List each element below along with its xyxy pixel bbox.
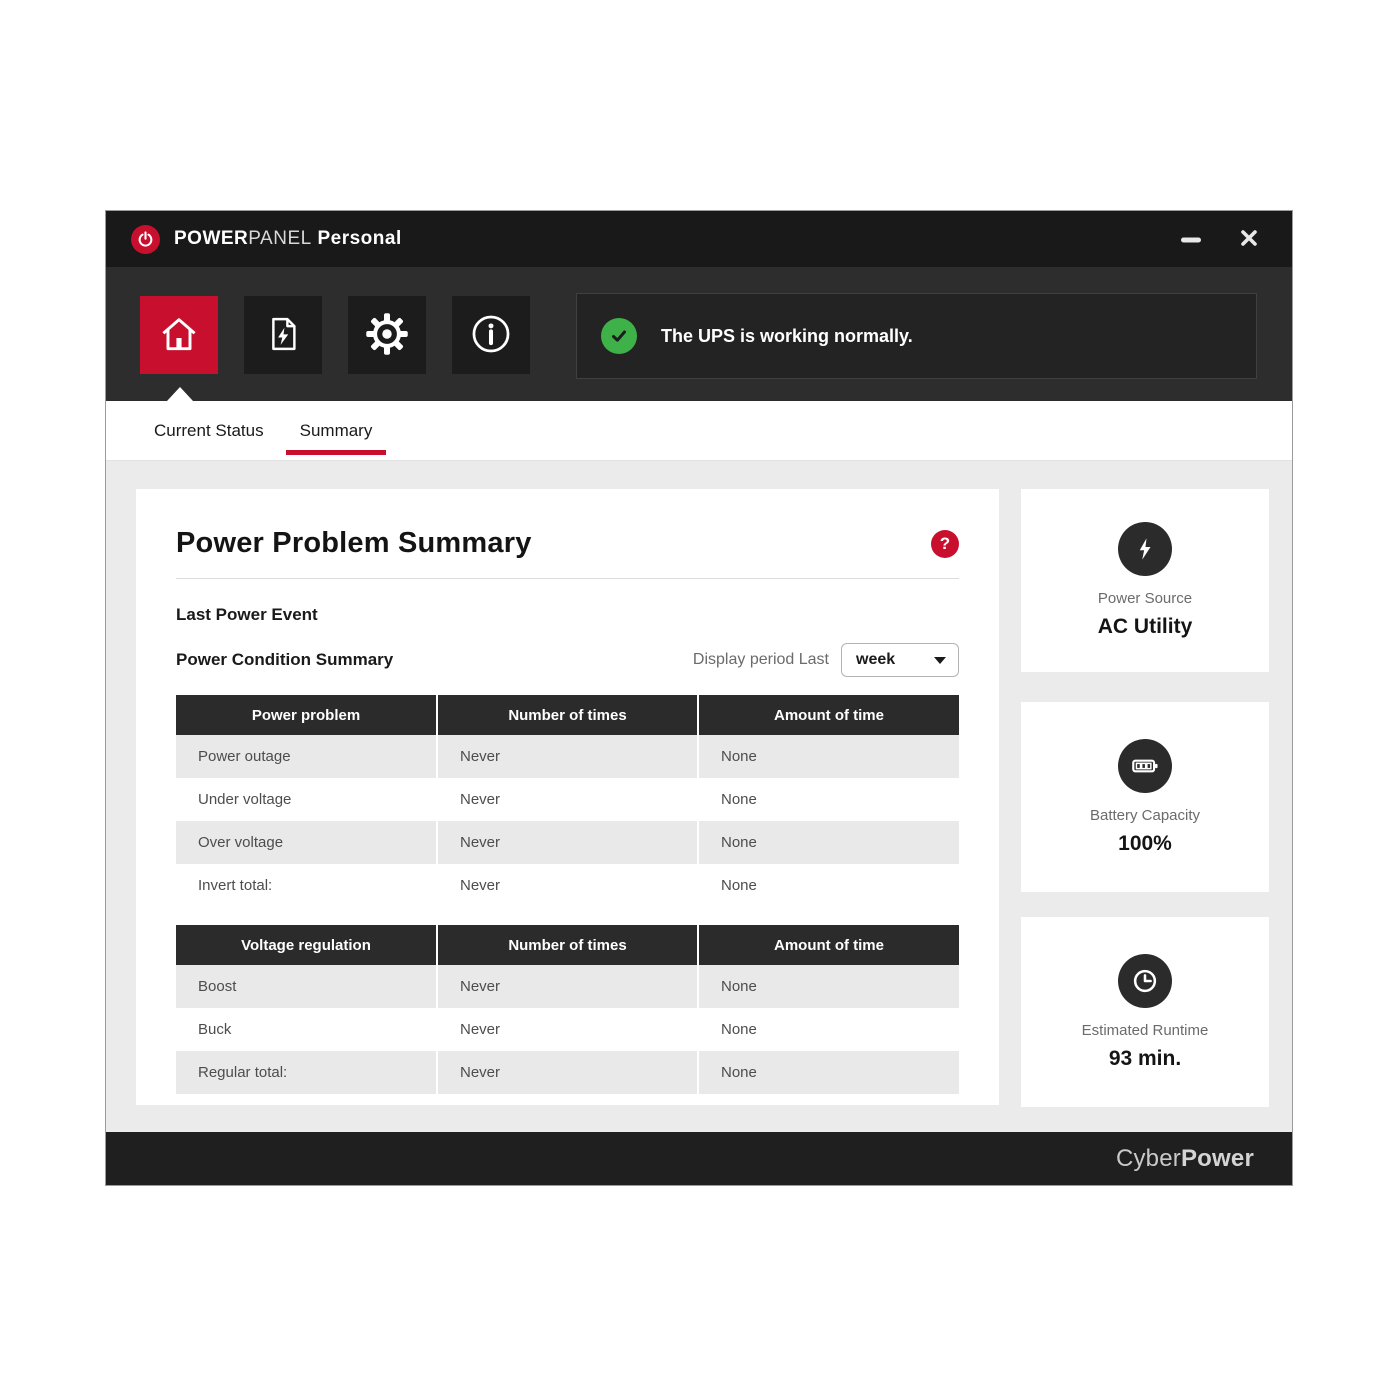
power-source-value: AC Utility <box>1098 615 1193 639</box>
table-cell: Never <box>437 821 698 864</box>
column-header: Number of times <box>437 925 698 965</box>
app-title-edition: Personal <box>317 228 401 249</box>
table-cell: Never <box>437 864 698 907</box>
tab-current-status[interactable]: Current Status <box>140 401 278 460</box>
status-banner: The UPS is working normally. <box>576 293 1257 379</box>
green-check-icon <box>601 318 637 354</box>
table-cell: Never <box>437 735 698 778</box>
power-logo-icon <box>131 225 160 254</box>
column-header: Amount of time <box>698 925 959 965</box>
table-cell: Never <box>437 778 698 821</box>
table-cell: None <box>698 778 959 821</box>
table-cell: Buck <box>176 1008 437 1051</box>
table-cell: Regular total: <box>176 1051 437 1094</box>
estimated-runtime-card: Estimated Runtime 93 min. <box>1021 917 1269 1107</box>
last-power-event-heading: Last Power Event <box>176 605 959 625</box>
column-header: Amount of time <box>698 695 959 735</box>
status-message: The UPS is working normally. <box>661 326 913 347</box>
display-period-value: week <box>856 651 934 669</box>
app-title-brand-bold: POWER <box>174 228 248 249</box>
footer-bar: CyberPower <box>106 1132 1292 1185</box>
table-cell: Under voltage <box>176 778 437 821</box>
event-document-lightning-icon <box>262 313 304 358</box>
table-cell: Over voltage <box>176 821 437 864</box>
battery-capacity-label: Battery Capacity <box>1090 807 1200 824</box>
table-row: Buck Never None <box>176 1008 959 1051</box>
table-cell: Power outage <box>176 735 437 778</box>
close-icon <box>1240 229 1258 250</box>
lightning-icon <box>1118 522 1172 576</box>
nav-button-home[interactable] <box>140 296 218 374</box>
toolbar: The UPS is working normally. <box>106 267 1292 401</box>
table-cell: Boost <box>176 965 437 1008</box>
table-row: Power outage Never None <box>176 735 959 778</box>
table-cell: Invert total: <box>176 864 437 907</box>
brand-bold: Power <box>1181 1145 1254 1172</box>
column-header: Power problem <box>176 695 437 735</box>
gear-icon <box>365 312 409 359</box>
close-button[interactable] <box>1234 223 1264 256</box>
display-period-select[interactable]: week <box>841 643 959 677</box>
home-icon <box>157 312 201 359</box>
estimated-runtime-label: Estimated Runtime <box>1082 1022 1209 1039</box>
nav-button-settings[interactable] <box>348 296 426 374</box>
heading-divider <box>176 578 959 579</box>
table-cell: None <box>698 735 959 778</box>
dropdown-caret-icon <box>934 657 946 664</box>
page-title: Power Problem Summary <box>176 527 532 560</box>
column-header: Number of times <box>437 695 698 735</box>
table-header-row: Voltage regulation Number of times Amoun… <box>176 925 959 965</box>
table-row: Boost Never None <box>176 965 959 1008</box>
table-cell: None <box>698 864 959 907</box>
minimize-icon <box>1180 232 1202 247</box>
power-source-label: Power Source <box>1098 590 1192 607</box>
content-area: Power Problem Summary ? Last Power Event… <box>106 461 1292 1132</box>
battery-capacity-card: Battery Capacity 100% <box>1021 702 1269 892</box>
info-icon <box>469 312 513 359</box>
active-tab-notch <box>167 387 193 401</box>
table-row: Regular total: Never None <box>176 1051 959 1094</box>
table-cell: Never <box>437 1008 698 1051</box>
table-cell: Never <box>437 1051 698 1094</box>
minimize-button[interactable] <box>1174 226 1208 253</box>
power-problem-table: Power problem Number of times Amount of … <box>176 695 959 907</box>
table-row: Invert total: Never None <box>176 864 959 907</box>
nav-button-event-log[interactable] <box>244 296 322 374</box>
power-problem-summary-card: Power Problem Summary ? Last Power Event… <box>136 489 999 1105</box>
table-cell: Never <box>437 965 698 1008</box>
table-cell: None <box>698 1051 959 1094</box>
display-period-label: Display period Last <box>693 651 829 669</box>
nav-button-about[interactable] <box>452 296 530 374</box>
column-header: Voltage regulation <box>176 925 437 965</box>
tabbar: Current Status Summary <box>106 401 1292 461</box>
table-cell: None <box>698 965 959 1008</box>
table-cell: None <box>698 1008 959 1051</box>
power-condition-heading: Power Condition Summary <box>176 650 393 670</box>
cyberpower-logo: CyberPower <box>1116 1145 1254 1173</box>
power-source-card: Power Source AC Utility <box>1021 489 1269 672</box>
app-window: POWERPANEL Personal <box>105 210 1293 1186</box>
titlebar: POWERPANEL Personal <box>106 211 1292 267</box>
battery-icon <box>1118 739 1172 793</box>
help-icon[interactable]: ? <box>931 530 959 558</box>
table-cell: None <box>698 821 959 864</box>
table-header-row: Power problem Number of times Amount of … <box>176 695 959 735</box>
table-row: Over voltage Never None <box>176 821 959 864</box>
clock-icon <box>1118 954 1172 1008</box>
brand-light: Cyber <box>1116 1145 1181 1172</box>
app-title: POWERPANEL Personal <box>174 228 402 250</box>
screenshot-stage: POWERPANEL Personal <box>0 0 1400 1400</box>
voltage-regulation-table: Voltage regulation Number of times Amoun… <box>176 925 959 1094</box>
app-title-brand-light: PANEL <box>248 228 311 249</box>
status-sidebar: Power Source AC Utility Battery Capacity… <box>1021 489 1269 1107</box>
battery-capacity-value: 100% <box>1118 832 1172 856</box>
tab-summary[interactable]: Summary <box>286 401 387 460</box>
table-row: Under voltage Never None <box>176 778 959 821</box>
estimated-runtime-value: 93 min. <box>1109 1047 1181 1071</box>
